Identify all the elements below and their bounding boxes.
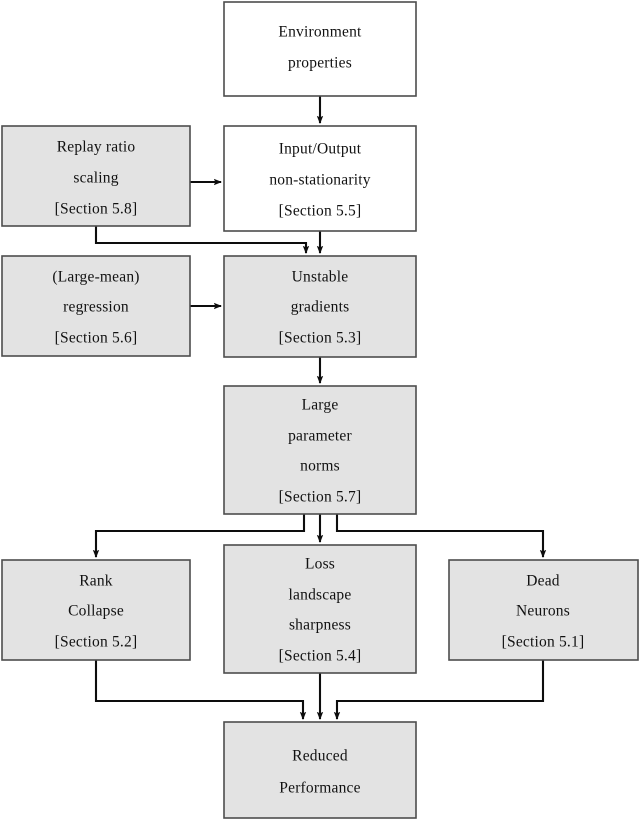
node-rank-collapse-section: [Section 5.2] xyxy=(55,634,138,651)
node-loss-landscape-line3: sharpness xyxy=(289,617,351,634)
node-rank-collapse-line1: Rank xyxy=(79,573,113,590)
node-large-parameter-norms[interactable]: Large parameter norms [Section 5.7] xyxy=(223,385,417,515)
node-reduced-performance-line1: Reduced xyxy=(292,748,348,765)
node-loss-landscape-sharpness[interactable]: Loss landscape sharpness [Section 5.4] xyxy=(223,544,417,674)
node-input-output-line1: Input/Output xyxy=(279,141,362,158)
flowchart-canvas: Environment properties Replay ratio scal… xyxy=(1,1,639,819)
node-replay-ratio-scaling-line2: scaling xyxy=(73,170,118,187)
node-dead-neurons-line1: Dead xyxy=(526,573,560,590)
node-large-mean-regression-line2: regression xyxy=(63,299,129,316)
node-input-output-non-stationarity[interactable]: Input/Output non-stationarity [Section 5… xyxy=(223,125,417,232)
node-dead-neurons[interactable]: Dead Neurons [Section 5.1] xyxy=(448,559,639,661)
node-large-mean-regression[interactable]: (Large-mean) regression [Section 5.6] xyxy=(1,255,191,357)
node-reduced-performance-line2: Performance xyxy=(279,780,360,797)
node-large-parameter-norms-line3: norms xyxy=(300,458,340,475)
node-dead-neurons-section: [Section 5.1] xyxy=(502,634,585,651)
node-reduced-performance[interactable]: Reduced Performance xyxy=(223,721,417,819)
node-large-mean-regression-line1: (Large-mean) xyxy=(52,269,139,286)
node-large-parameter-norms-section: [Section 5.7] xyxy=(279,489,362,506)
node-loss-landscape-section: [Section 5.4] xyxy=(279,648,362,665)
node-environment-properties-line1: Environment xyxy=(278,24,362,41)
node-input-output-section: [Section 5.5] xyxy=(279,203,362,220)
node-rank-collapse-line2: Collapse xyxy=(68,603,124,620)
node-replay-ratio-scaling-line1: Replay ratio xyxy=(57,139,136,156)
node-large-mean-regression-section: [Section 5.6] xyxy=(55,330,138,347)
node-replay-ratio-scaling-section: [Section 5.8] xyxy=(55,201,138,218)
node-loss-landscape-line2: landscape xyxy=(289,587,352,604)
node-unstable-gradients[interactable]: Unstable gradients [Section 5.3] xyxy=(223,255,417,358)
node-unstable-gradients-section: [Section 5.3] xyxy=(279,330,362,347)
node-loss-landscape-line1: Loss xyxy=(305,556,335,573)
node-environment-properties[interactable]: Environment properties xyxy=(223,1,417,97)
flowchart-diagram: Environment properties Replay ratio scal… xyxy=(0,0,640,821)
node-large-parameter-norms-line1: Large xyxy=(302,397,339,414)
node-dead-neurons-line2: Neurons xyxy=(516,603,570,620)
node-input-output-line2: non-stationarity xyxy=(269,172,370,189)
node-unstable-gradients-line2: gradients xyxy=(291,299,350,316)
node-environment-properties-line2: properties xyxy=(288,55,352,72)
node-unstable-gradients-line1: Unstable xyxy=(292,269,349,286)
node-large-parameter-norms-line2: parameter xyxy=(288,428,352,445)
node-replay-ratio-scaling[interactable]: Replay ratio scaling [Section 5.8] xyxy=(1,125,191,227)
node-rank-collapse[interactable]: Rank Collapse [Section 5.2] xyxy=(1,559,191,661)
